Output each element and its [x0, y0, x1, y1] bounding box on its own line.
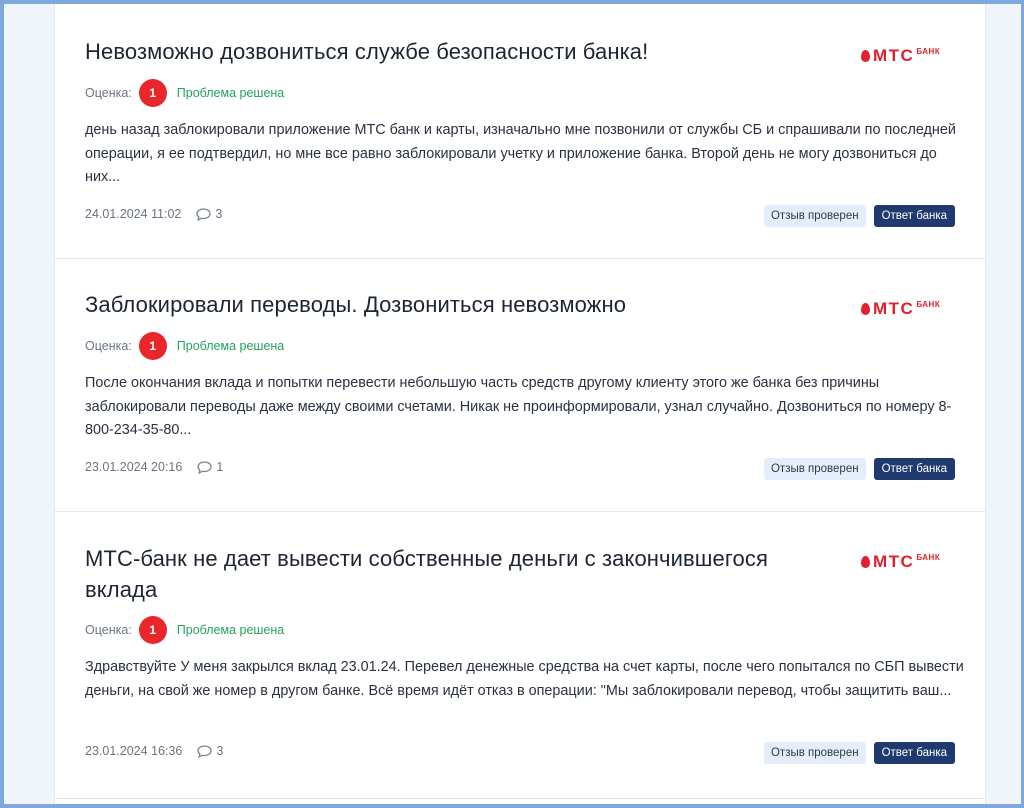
mts-bank-logo: МТС БАНК — [861, 553, 940, 571]
rating-row: Оценка: 1 Проблема решена — [85, 332, 284, 360]
status-text: Проблема решена — [176, 86, 285, 100]
speech-bubble-icon — [196, 207, 212, 221]
review-meta: 23.01.2024 16:36 3 — [85, 744, 223, 758]
speech-bubble-icon — [197, 744, 212, 758]
review-card-partial — [55, 798, 985, 808]
bank-answer-badge[interactable]: Ответ банка — [873, 205, 955, 227]
rating-label: Оценка: — [85, 623, 132, 637]
bank-answer-badge[interactable]: Ответ банка — [873, 742, 955, 764]
mts-egg-icon — [861, 50, 870, 62]
review-title[interactable]: МТС-банк не дает вывести собственные ден… — [85, 543, 785, 605]
review-card: Заблокировали переводы. Дозвониться нево… — [55, 258, 985, 511]
mts-egg-icon — [861, 303, 870, 315]
review-card: МТС-банк не дает вывести собственные ден… — [55, 511, 985, 798]
review-card: Невозможно дозвониться службе безопаснос… — [55, 4, 985, 258]
speech-bubble-icon — [197, 460, 212, 474]
review-text[interactable]: день назад заблокировали приложение МТС … — [85, 119, 965, 190]
comments-count[interactable]: 3 — [197, 744, 223, 758]
review-badges: Отзыв проверен Ответ банка — [763, 742, 955, 764]
score-badge: 1 — [138, 332, 167, 360]
review-badges: Отзыв проверен Ответ банка — [763, 205, 955, 227]
review-meta: 24.01.2024 11:02 3 — [85, 207, 222, 221]
status-text: Проблема решена — [176, 339, 285, 353]
review-text[interactable]: После окончания вклада и попытки перевес… — [85, 372, 965, 443]
mts-bank-logo: МТС БАНК — [861, 300, 940, 318]
verified-badge: Отзыв проверен — [763, 458, 866, 480]
score-badge: 1 — [138, 79, 167, 107]
status-text: Проблема решена — [176, 623, 285, 637]
review-badges: Отзыв проверен Ответ банка — [763, 458, 955, 480]
rating-label: Оценка: — [85, 339, 132, 353]
review-date: 23.01.2024 16:36 — [85, 744, 183, 758]
rating-row: Оценка: 1 Проблема решена — [85, 616, 284, 644]
reviews-panel: Невозможно дозвониться службе безопаснос… — [54, 4, 986, 808]
rating-label: Оценка: — [85, 86, 132, 100]
score-badge: 1 — [138, 616, 167, 644]
review-text[interactable]: Здравствуйте У меня закрылся вклад 23.01… — [85, 656, 965, 703]
review-meta: 23.01.2024 20:16 1 — [85, 460, 223, 474]
review-title[interactable]: Заблокировали переводы. Дозвониться нево… — [85, 289, 785, 320]
rating-row: Оценка: 1 Проблема решена — [85, 79, 284, 107]
mts-egg-icon — [861, 556, 870, 568]
comments-count[interactable]: 3 — [196, 207, 222, 221]
mts-bank-logo: МТС БАНК — [861, 47, 940, 65]
verified-badge: Отзыв проверен — [763, 205, 866, 227]
comments-count[interactable]: 1 — [197, 460, 223, 474]
bank-answer-badge[interactable]: Ответ банка — [873, 458, 955, 480]
review-date: 24.01.2024 11:02 — [85, 207, 182, 221]
verified-badge: Отзыв проверен — [763, 742, 866, 764]
review-title[interactable]: Невозможно дозвониться службе безопаснос… — [85, 36, 785, 67]
review-date: 23.01.2024 20:16 — [85, 460, 183, 474]
